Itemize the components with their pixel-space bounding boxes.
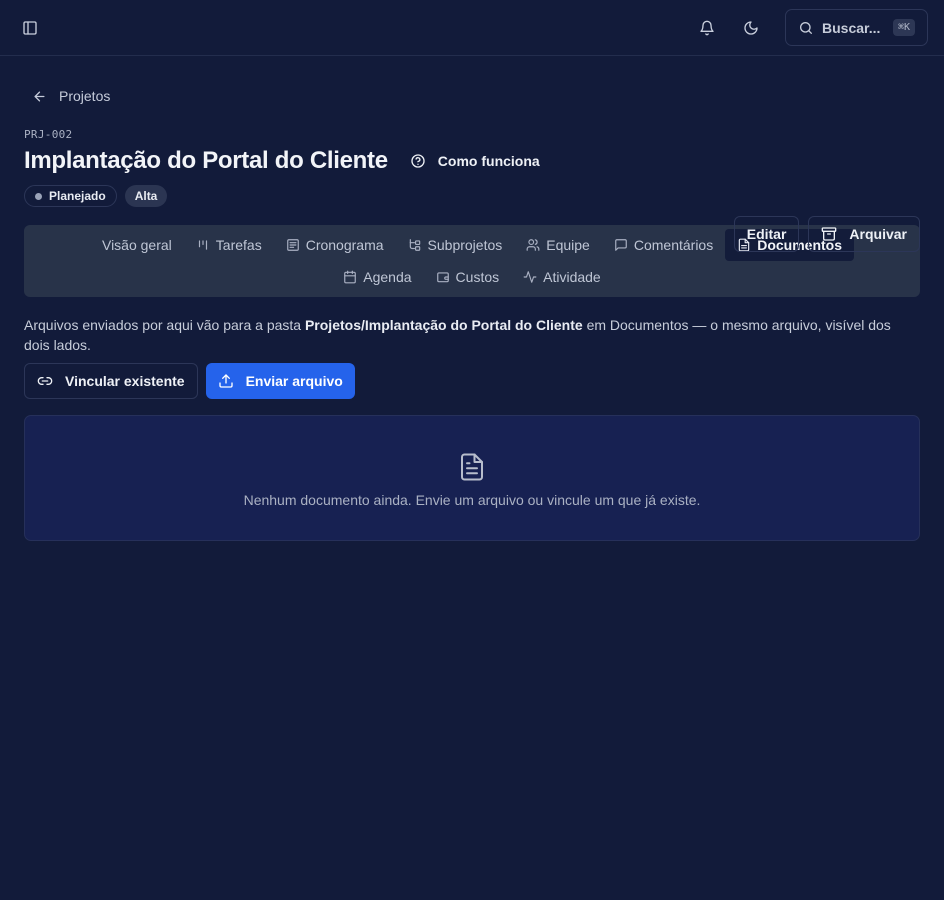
archive-button[interactable]: Arquivar — [808, 216, 920, 252]
tab-label: Comentários — [633, 237, 714, 253]
upload-file-button[interactable]: Enviar arquivo — [205, 363, 355, 399]
tab-label: Equipe — [546, 237, 590, 253]
main-content: Projetos PRJ-002 Implantação do Portal d… — [0, 88, 944, 541]
message-icon — [614, 238, 628, 252]
kanban-icon — [196, 238, 210, 252]
empty-state-message: Nenhum documento ainda. Envie um arquivo… — [243, 492, 701, 508]
tab-comments[interactable]: Comentários — [602, 229, 725, 261]
documents-description: Arquivos enviados por aqui vão para a pa… — [24, 315, 920, 355]
help-circle-icon — [410, 153, 426, 169]
back-link-label: Projetos — [59, 88, 111, 104]
edit-button-label: Editar — [746, 226, 787, 242]
list-icon — [286, 238, 300, 252]
tab-label: Subprojetos — [427, 237, 503, 253]
document-icon — [457, 452, 487, 482]
calendar-icon — [343, 270, 357, 284]
link-icon — [37, 373, 53, 389]
link-existing-label: Vincular existente — [65, 373, 185, 389]
tab-schedule[interactable]: Cronograma — [274, 229, 396, 261]
bell-icon[interactable] — [697, 18, 717, 38]
status-dot-icon — [35, 192, 42, 200]
search-button[interactable]: Buscar... ⌘K — [785, 9, 928, 46]
tab-agenda[interactable]: Agenda — [331, 261, 423, 293]
sidebar-toggle-icon[interactable] — [20, 18, 40, 38]
tab-row-2: Agenda Custos Atividade — [331, 261, 612, 293]
topbar-actions: Buscar... ⌘K — [697, 9, 928, 46]
tab-label: Atividade — [543, 269, 601, 285]
users-icon — [526, 238, 540, 252]
activity-icon — [523, 270, 537, 284]
tab-label: Cronograma — [305, 237, 384, 253]
priority-badge: Alta — [124, 185, 168, 207]
arrow-left-icon — [32, 89, 47, 104]
title-row: Implantação do Portal do Cliente Como fu… — [24, 147, 920, 175]
project-code: PRJ-002 — [24, 128, 73, 141]
archive-button-label: Arquivar — [849, 226, 907, 242]
upload-file-label: Enviar arquivo — [245, 373, 343, 389]
how-it-works-label: Como funciona — [437, 153, 540, 169]
moon-icon[interactable] — [741, 18, 761, 38]
tab-tasks[interactable]: Tarefas — [184, 229, 274, 261]
tab-activity[interactable]: Atividade — [511, 261, 613, 293]
link-existing-button[interactable]: Vincular existente — [24, 363, 198, 399]
page-title: Implantação do Portal do Cliente — [24, 147, 388, 174]
tab-costs[interactable]: Custos — [424, 261, 512, 293]
search-shortcut: ⌘K — [892, 19, 915, 36]
tab-label: Visão geral — [101, 237, 172, 253]
empty-state: Nenhum documento ainda. Envie um arquivo… — [24, 415, 920, 541]
top-bar: Buscar... ⌘K — [0, 0, 944, 56]
edit-button[interactable]: Editar — [733, 216, 800, 252]
wallet-icon — [436, 270, 450, 284]
how-it-works-button[interactable]: Como funciona — [410, 153, 540, 169]
project-badges: Planejado Alta — [24, 185, 920, 207]
folder-path: Projetos/Implantação do Portal do Client… — [304, 317, 583, 333]
status-badge: Planejado — [24, 185, 117, 207]
tab-team[interactable]: Equipe — [514, 229, 602, 261]
tab-label: Agenda — [363, 269, 412, 285]
documents-actions: Vincular existente Enviar arquivo — [24, 363, 920, 399]
tab-overview[interactable]: Visão geral — [90, 229, 184, 261]
archive-icon — [821, 226, 837, 242]
status-badge-label: Planejado — [49, 189, 106, 203]
tab-label: Custos — [455, 269, 500, 285]
tab-label: Tarefas — [215, 237, 262, 253]
tab-subprojects[interactable]: Subprojetos — [396, 229, 515, 261]
upload-icon — [218, 373, 234, 389]
search-icon — [798, 20, 814, 36]
header-actions: Editar Arquivar — [733, 216, 920, 252]
desc-before: Arquivos enviados por aqui vão para a pa… — [24, 317, 305, 333]
tree-icon — [408, 238, 422, 252]
search-label: Buscar... — [822, 19, 881, 36]
back-link[interactable]: Projetos — [24, 88, 110, 104]
